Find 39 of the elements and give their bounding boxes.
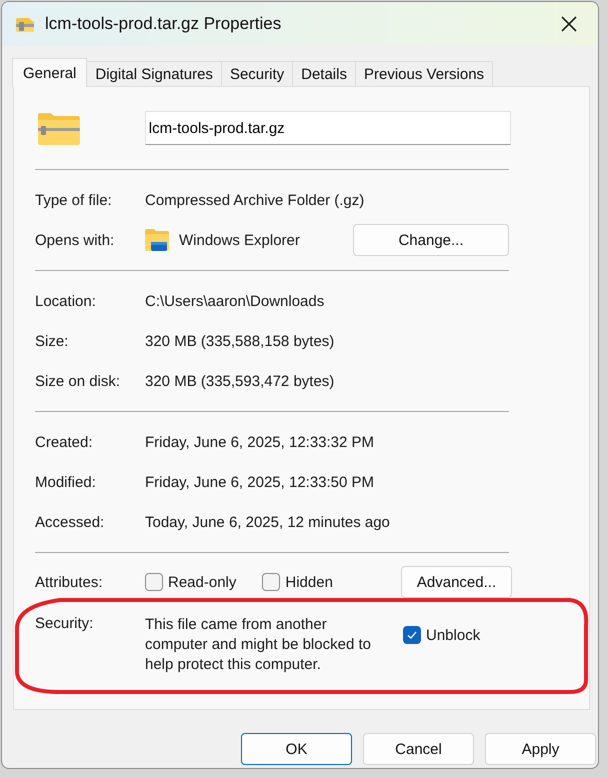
dialog-button[interactable]: Apply (485, 733, 596, 765)
field-label: Created: (35, 434, 94, 450)
field-label: Location: (35, 292, 97, 310)
security-message: This file came from another computer and might be blocked to help protect this computer. (145, 615, 372, 675)
checkbox-label: Unblock (426, 626, 480, 644)
field-value: 320 MB (335,593,472 bytes) (145, 372, 334, 390)
name-field[interactable]: lcm-tools-prod.tar.gz (144, 111, 511, 145)
zip-folder-icon (15, 16, 35, 32)
tab[interactable]: Previous Versions (354, 61, 494, 86)
field-label: Modified: (35, 474, 97, 490)
field-value: 320 MB (335,588,158 bytes) (145, 332, 334, 350)
field-value: Friday, June 6, 2025, 12:33:50 PM (145, 474, 374, 490)
field-value: Friday, June 6, 2025, 12:33:32 PM (145, 434, 374, 450)
field-label: Accessed: (35, 514, 106, 530)
window-title: lcm-tools-prod.tar.gz Properties (45, 14, 282, 34)
dialog-button[interactable]: Cancel (363, 733, 474, 765)
field-value: Compressed Archive Folder (.gz) (145, 192, 364, 208)
field-label: Security: (35, 615, 94, 632)
zip-folder-icon (37, 111, 81, 145)
checkbox[interactable] (403, 626, 421, 644)
field-value: C:\Users\aaron\Downloads (145, 292, 324, 310)
checkbox-label: Read-only (168, 574, 236, 590)
close-icon (559, 14, 579, 34)
advanced-button[interactable]: Advanced... (401, 566, 512, 598)
field-label: Type of file: (35, 192, 113, 208)
checkbox-label: Hidden (285, 574, 333, 590)
field-label: Size: (35, 332, 70, 350)
checkbox[interactable] (262, 573, 280, 591)
checkbox[interactable] (145, 573, 163, 591)
field-value: Windows Explorer (179, 232, 300, 248)
tab[interactable]: General (12, 58, 88, 87)
change-button[interactable]: Change... (353, 224, 509, 256)
dialog-button[interactable]: OK (241, 733, 352, 765)
field-label: Opens with: (35, 232, 116, 248)
checkmark-icon (406, 629, 418, 641)
field-label: Attributes: (35, 574, 104, 590)
field-label: Size on disk: (35, 372, 122, 390)
folder-icon (145, 228, 169, 252)
field-value: Today, June 6, 2025, 12 minutes ago (145, 514, 390, 530)
